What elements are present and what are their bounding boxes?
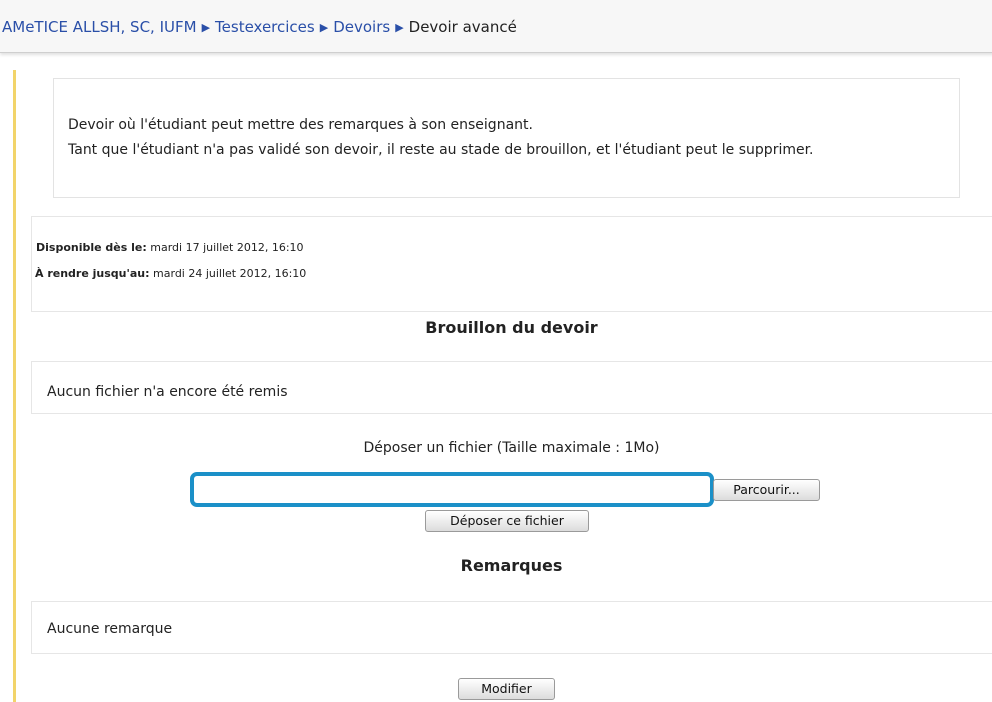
edit-button[interactable]: Modifier: [458, 678, 555, 700]
remarks-section-title: Remarques: [460, 556, 563, 575]
description-line-1: Devoir où l'étudiant peut mettre des rem…: [68, 117, 533, 133]
remarks-panel: Aucune remarque: [31, 601, 992, 654]
remarks-status-text: Aucune remarque: [47, 621, 173, 637]
breadcrumb-current: Devoir avancé: [408, 18, 517, 36]
breadcrumb-link-course[interactable]: AMeTICE ALLSH, SC, IUFM: [2, 18, 197, 36]
dates-panel: Disponible dès le: mardi 17 juillet 2012…: [31, 216, 992, 312]
breadcrumb: AMeTICE ALLSH, SC, IUFM ▶ Testexercices ▶ De…: [0, 0, 992, 53]
browse-button[interactable]: Parcourir...: [713, 479, 820, 501]
breadcrumb-separator-icon: ▶: [319, 21, 329, 34]
due-date-value: mardi 24 juillet 2012, 16:10: [153, 267, 307, 280]
side-accent-bar: [13, 70, 16, 702]
available-date-row: Disponible dès le: mardi 17 juillet 2012…: [36, 241, 304, 254]
available-date-label: Disponible dès le:: [36, 241, 147, 254]
description-line-2: Tant que l'étudiant n'a pas validé son d…: [68, 142, 814, 158]
breadcrumb-separator-icon: ▶: [395, 21, 404, 34]
file-path-input[interactable]: [190, 472, 714, 507]
breadcrumb-link-testexercices[interactable]: Testexercices: [215, 18, 315, 36]
draft-section-title: Brouillon du devoir: [425, 318, 598, 337]
upload-label: Déposer un fichier (Taille maximale : 1M…: [363, 440, 660, 456]
draft-files-panel: Aucun fichier n'a encore été remis: [31, 361, 992, 414]
due-date-row: À rendre jusqu'au: mardi 24 juillet 2012…: [35, 267, 306, 280]
breadcrumb-link-devoirs[interactable]: Devoirs: [333, 18, 390, 36]
upload-file-button[interactable]: Déposer ce fichier: [425, 510, 589, 532]
draft-status-text: Aucun fichier n'a encore été remis: [47, 384, 288, 400]
due-date-label: À rendre jusqu'au:: [35, 267, 150, 280]
available-date-value: mardi 17 juillet 2012, 16:10: [150, 241, 304, 254]
assignment-description: Devoir où l'étudiant peut mettre des rem…: [53, 78, 960, 198]
breadcrumb-separator-icon: ▶: [201, 21, 211, 34]
